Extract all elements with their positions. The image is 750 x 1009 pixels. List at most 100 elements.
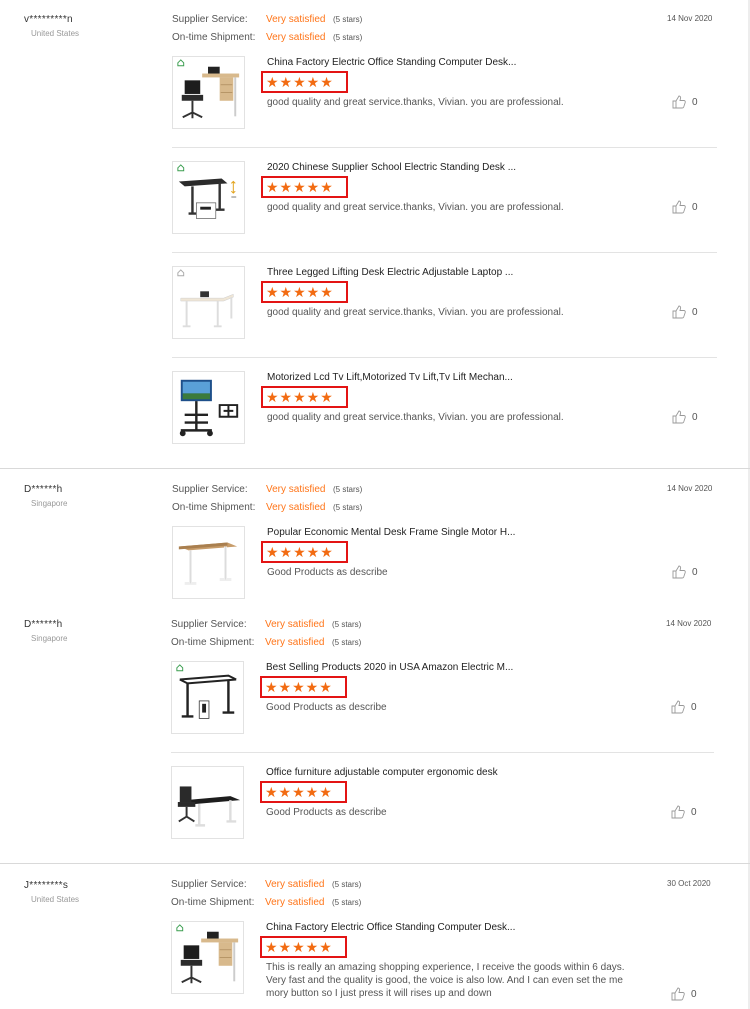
shipment-label: On-time Shipment: bbox=[171, 896, 255, 908]
like-button[interactable]: 0 bbox=[671, 987, 697, 1001]
like-button[interactable]: 0 bbox=[672, 305, 698, 319]
review-comment: good quality and great service.thanks, V… bbox=[267, 307, 564, 318]
review-divider bbox=[0, 863, 750, 864]
star-rating: ★★★★★ bbox=[261, 176, 348, 198]
ratings-block: Supplier Service: Very satisfied (5 stars)… bbox=[172, 481, 362, 516]
review-date: 14 Nov 2020 bbox=[667, 14, 713, 23]
buyer-name: D******h bbox=[24, 484, 63, 495]
product-title-link[interactable]: Office furniture adjustable computer erg… bbox=[266, 767, 498, 778]
product-thumbnail[interactable] bbox=[172, 526, 245, 599]
product-divider bbox=[172, 252, 717, 253]
like-count: 0 bbox=[692, 201, 698, 213]
product-thumbnail[interactable] bbox=[172, 266, 245, 339]
review-comment: good quality and great service.thanks, V… bbox=[267, 97, 564, 108]
product-title-link[interactable]: 2020 Chinese Supplier School Electric St… bbox=[267, 162, 516, 173]
review-comment: This is really an amazing shopping exper… bbox=[266, 962, 625, 999]
like-count: 0 bbox=[692, 96, 698, 108]
like-count: 0 bbox=[692, 566, 698, 578]
electric-desk-frame-image bbox=[176, 664, 237, 719]
shipment-label: On-time Shipment: bbox=[172, 31, 256, 43]
review-comment: Good Products as describe bbox=[266, 702, 387, 713]
product-divider bbox=[172, 147, 717, 148]
review-date: 30 Oct 2020 bbox=[667, 879, 711, 888]
thumbs-up-icon bbox=[671, 987, 685, 1001]
like-button[interactable]: 0 bbox=[671, 805, 697, 819]
star-rating: ★★★★★ bbox=[261, 281, 348, 303]
product-item: Office furniture adjustable computer erg… bbox=[171, 766, 714, 870]
product-title-link[interactable]: China Factory Electric Office Standing C… bbox=[267, 57, 516, 68]
buyer-name: D******h bbox=[24, 619, 63, 630]
like-count: 0 bbox=[692, 411, 698, 423]
star-rating: ★★★★★ bbox=[261, 71, 348, 93]
like-button[interactable]: 0 bbox=[672, 95, 698, 109]
supplier-rating-stars: (5 stars) bbox=[332, 880, 362, 889]
product-item: Popular Economic Mental Desk Frame Singl… bbox=[172, 526, 717, 630]
product-thumbnail[interactable] bbox=[171, 766, 244, 839]
review-comment: Good Products as describe bbox=[267, 567, 388, 578]
product-title-link[interactable]: Motorized Lcd Tv Lift,Motorized Tv Lift,… bbox=[267, 372, 513, 383]
product-thumbnail[interactable] bbox=[172, 161, 245, 234]
product-thumbnail[interactable] bbox=[172, 371, 245, 444]
supplier-service-label: Supplier Service: bbox=[172, 484, 248, 495]
buyer-country: Singapore bbox=[31, 499, 68, 508]
star-rating: ★★★★★ bbox=[261, 386, 348, 408]
review-comment: good quality and great service.thanks, V… bbox=[267, 412, 564, 423]
like-button[interactable]: 0 bbox=[672, 410, 698, 424]
like-button[interactable]: 0 bbox=[672, 200, 698, 214]
product-divider bbox=[171, 752, 714, 753]
thumbs-up-icon bbox=[672, 410, 686, 424]
desk-frame-image bbox=[178, 542, 238, 585]
like-count: 0 bbox=[691, 988, 697, 1000]
tv-lift-image bbox=[179, 379, 239, 437]
shipment-rating-value: Very satisfied bbox=[265, 636, 325, 648]
thumbs-up-icon bbox=[672, 200, 686, 214]
product-item: China Factory Electric Office Standing C… bbox=[171, 921, 714, 1006]
product-title-link[interactable]: Best Selling Products 2020 in USA Amazon… bbox=[266, 662, 513, 673]
product-thumbnail[interactable] bbox=[172, 56, 245, 129]
thumbs-up-icon bbox=[672, 95, 686, 109]
star-rating: ★★★★★ bbox=[260, 936, 347, 958]
like-count: 0 bbox=[691, 701, 697, 713]
like-count: 0 bbox=[692, 306, 698, 318]
buyer-name: J********s bbox=[24, 880, 69, 891]
buyer-name: v*********n bbox=[24, 14, 73, 25]
thumbs-up-icon bbox=[672, 565, 686, 579]
ratings-block: Supplier Service: Very satisfied (5 stars)… bbox=[172, 11, 362, 46]
product-title-link[interactable]: Three Legged Lifting Desk Electric Adjus… bbox=[267, 267, 513, 278]
review-date: 14 Nov 2020 bbox=[666, 619, 712, 628]
product-thumbnail[interactable] bbox=[171, 921, 244, 994]
supplier-rating-stars: (5 stars) bbox=[332, 620, 362, 629]
like-count: 0 bbox=[691, 806, 697, 818]
buyer-country: United States bbox=[31, 895, 80, 904]
like-button[interactable]: 0 bbox=[672, 565, 698, 579]
supplier-rating-value: Very satisfied bbox=[266, 484, 326, 495]
ratings-block: Supplier Service: Very satisfied (5 stars)… bbox=[171, 616, 361, 651]
ergonomic-desk-chair-image bbox=[177, 786, 241, 827]
product-divider bbox=[172, 357, 717, 358]
shipment-rating-value: Very satisfied bbox=[266, 501, 326, 513]
review-divider bbox=[0, 468, 750, 469]
supplier-rating-stars: (5 stars) bbox=[333, 485, 363, 494]
shipment-rating-value: Very satisfied bbox=[265, 896, 325, 908]
product-item: 2020 Chinese Supplier School Electric St… bbox=[172, 161, 717, 265]
supplier-rating-value: Very satisfied bbox=[266, 14, 326, 25]
shipment-rating-value: Very satisfied bbox=[266, 31, 326, 43]
shipment-label: On-time Shipment: bbox=[172, 501, 256, 513]
office-desk-chair-image bbox=[177, 59, 240, 119]
shipment-label: On-time Shipment: bbox=[171, 636, 255, 648]
star-rating: ★★★★★ bbox=[260, 676, 347, 698]
thumbs-up-icon bbox=[671, 700, 685, 714]
thumbs-up-icon bbox=[672, 305, 686, 319]
product-item: China Factory Electric Office Standing C… bbox=[172, 56, 717, 160]
shipment-rating-stars: (5 stars) bbox=[333, 502, 363, 512]
review-date: 14 Nov 2020 bbox=[667, 484, 713, 493]
like-button[interactable]: 0 bbox=[671, 700, 697, 714]
product-title-link[interactable]: China Factory Electric Office Standing C… bbox=[266, 922, 515, 933]
product-title-link[interactable]: Popular Economic Mental Desk Frame Singl… bbox=[267, 527, 515, 538]
ratings-block: Supplier Service: Very satisfied (5 stars)… bbox=[171, 876, 361, 911]
buyer-country: Singapore bbox=[31, 634, 68, 643]
shipment-rating-stars: (5 stars) bbox=[332, 637, 362, 647]
standing-desk-image bbox=[177, 164, 237, 219]
product-thumbnail[interactable] bbox=[171, 661, 244, 734]
supplier-rating-value: Very satisfied bbox=[265, 619, 325, 630]
